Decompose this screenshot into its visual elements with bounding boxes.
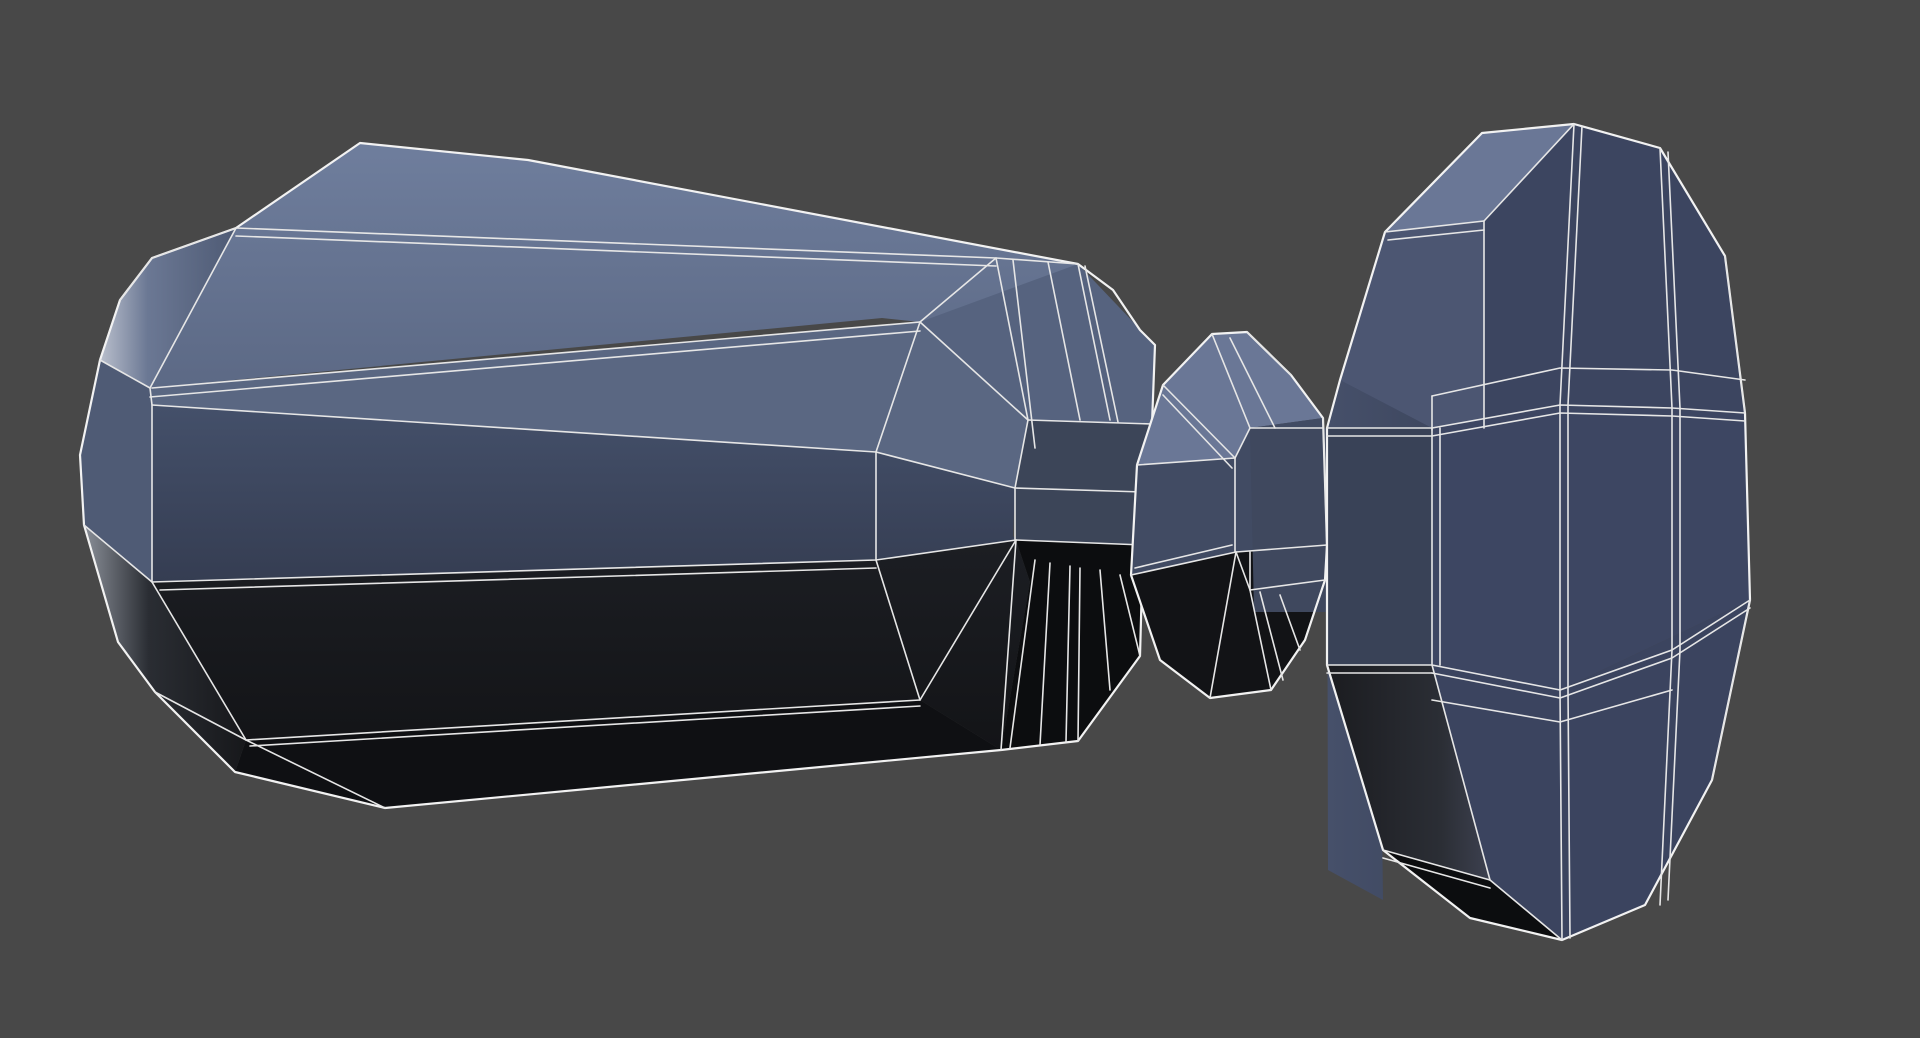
- grip-handle-mesh[interactable]: [78, 141, 1157, 810]
- collar-mesh[interactable]: [1129, 330, 1329, 700]
- mesh-render[interactable]: [0, 0, 1920, 1038]
- grip-cone-mid: [1015, 420, 1152, 545]
- knob-cap-mesh[interactable]: [1325, 122, 1752, 942]
- knob-front-mid: [1327, 428, 1432, 665]
- 3d-viewport[interactable]: [0, 0, 1920, 1038]
